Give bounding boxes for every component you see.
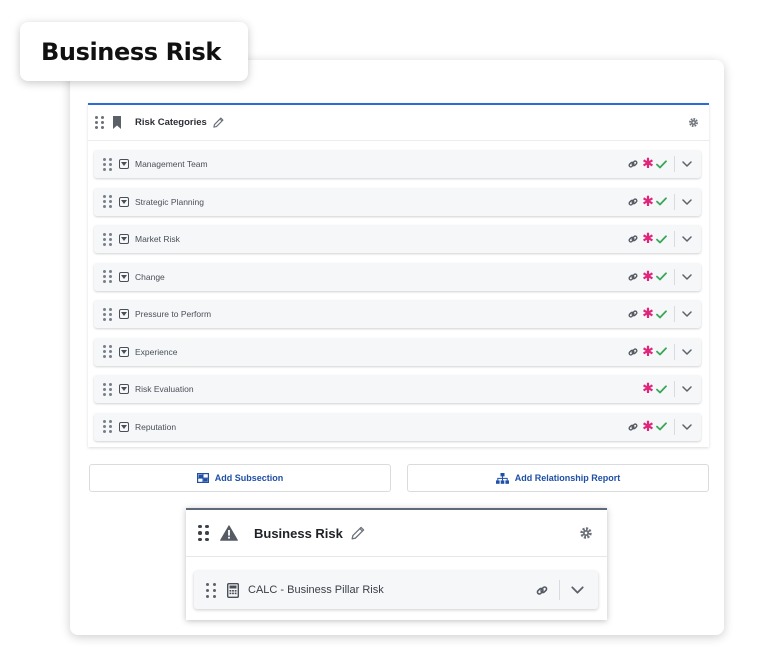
check-icon xyxy=(656,384,667,394)
category-row-risk-evaluation[interactable]: Risk Evaluation ✱ xyxy=(94,375,701,403)
drag-handle-icon[interactable] xyxy=(103,345,112,358)
add-subsection-label: Add Subsection xyxy=(214,473,284,483)
collapse-toggle-icon[interactable] xyxy=(119,159,129,169)
category-row-strategic-planning[interactable]: Strategic Planning ✱ xyxy=(94,187,701,216)
card-settings-gear-icon[interactable] xyxy=(579,526,593,540)
required-asterisk-icon: ✱ xyxy=(642,343,654,360)
add-subsection-button[interactable]: Add Subsection xyxy=(89,464,391,492)
category-row-management-team[interactable]: Management Team ✱ xyxy=(94,150,701,178)
drag-handle-icon[interactable] xyxy=(103,420,112,433)
check-icon xyxy=(656,234,667,244)
calc-business-pillar-risk-row[interactable]: CALC - Business Pillar Risk xyxy=(194,571,598,609)
chevron-down-icon[interactable] xyxy=(682,386,692,392)
drag-handle-icon[interactable] xyxy=(103,232,112,246)
link-icon[interactable] xyxy=(627,234,639,244)
chevron-down-icon[interactable] xyxy=(682,311,692,317)
collapse-toggle-icon[interactable] xyxy=(119,234,129,244)
add-relationship-report-button[interactable]: Add Relationship Report xyxy=(407,464,709,492)
hierarchy-icon xyxy=(495,472,509,484)
edit-pencil-icon[interactable] xyxy=(351,526,365,540)
chevron-down-icon[interactable] xyxy=(682,348,692,355)
add-relationship-report-label: Add Relationship Report xyxy=(514,473,621,483)
required-asterisk-icon: ✱ xyxy=(642,231,654,247)
link-icon[interactable] xyxy=(627,197,639,207)
drag-handle-icon[interactable] xyxy=(206,582,216,598)
link-icon[interactable] xyxy=(627,422,639,432)
chevron-down-icon[interactable] xyxy=(682,161,692,167)
chevron-down-icon[interactable] xyxy=(682,273,692,280)
check-icon xyxy=(656,422,667,431)
row-label: CALC - Business Pillar Risk xyxy=(248,584,384,596)
chevron-down-icon[interactable] xyxy=(682,198,692,205)
drag-handle-icon[interactable] xyxy=(198,524,209,542)
drag-handle-icon[interactable] xyxy=(95,116,104,129)
drag-handle-icon[interactable] xyxy=(103,382,112,396)
row-label: Management Team xyxy=(135,159,208,169)
category-row-change[interactable]: Change ✱ xyxy=(94,262,701,291)
required-asterisk-icon: ✱ xyxy=(642,418,654,435)
row-label: Reputation xyxy=(135,421,177,432)
link-icon[interactable] xyxy=(536,584,548,597)
collapse-toggle-icon[interactable] xyxy=(119,421,129,432)
drag-handle-icon[interactable] xyxy=(103,157,112,171)
row-label: Risk Evaluation xyxy=(135,384,194,394)
chevron-down-icon[interactable] xyxy=(571,586,584,594)
category-row-experience[interactable]: Experience ✱ xyxy=(94,337,701,366)
required-asterisk-icon: ✱ xyxy=(642,306,654,322)
layout-grid-icon xyxy=(196,473,209,483)
drag-handle-icon[interactable] xyxy=(103,307,112,321)
row-label: Change xyxy=(135,271,165,282)
warning-triangle-icon xyxy=(220,525,238,541)
business-risk-header: Business Risk xyxy=(186,510,607,557)
page-title-badge: Business Risk xyxy=(20,22,248,81)
check-icon xyxy=(656,159,667,169)
collapse-toggle-icon[interactable] xyxy=(119,271,129,282)
risk-categories-section: Risk Categories Management Team ✱ Strate… xyxy=(88,103,709,447)
check-icon xyxy=(656,347,667,356)
section-header: Risk Categories xyxy=(88,105,709,141)
calculator-icon xyxy=(227,582,239,598)
required-asterisk-icon: ✱ xyxy=(642,268,654,285)
check-icon xyxy=(656,309,667,319)
required-asterisk-icon: ✱ xyxy=(642,193,654,210)
business-risk-title: Business Risk xyxy=(254,525,343,541)
chevron-down-icon[interactable] xyxy=(682,423,692,430)
section-settings-gear-icon[interactable] xyxy=(688,117,699,128)
section-title: Risk Categories xyxy=(135,117,207,128)
bookmark-icon xyxy=(112,116,122,129)
row-label: Experience xyxy=(135,346,178,357)
required-asterisk-icon: ✱ xyxy=(642,381,654,397)
check-icon xyxy=(656,197,667,206)
required-asterisk-icon: ✱ xyxy=(642,156,654,172)
row-label: Pressure to Perform xyxy=(135,309,212,319)
check-icon xyxy=(656,272,667,281)
collapse-toggle-icon[interactable] xyxy=(119,346,129,357)
chevron-down-icon[interactable] xyxy=(682,236,692,242)
business-risk-card: Business Risk CALC - Business Pillar Ris… xyxy=(186,508,607,620)
category-row-reputation[interactable]: Reputation ✱ xyxy=(94,412,701,441)
link-icon[interactable] xyxy=(627,159,639,169)
drag-handle-icon[interactable] xyxy=(103,270,112,283)
link-icon[interactable] xyxy=(627,309,639,319)
collapse-toggle-icon[interactable] xyxy=(119,309,129,319)
edit-pencil-icon[interactable] xyxy=(213,117,224,128)
collapse-toggle-icon[interactable] xyxy=(119,196,129,207)
drag-handle-icon[interactable] xyxy=(103,195,112,208)
link-icon[interactable] xyxy=(627,347,639,357)
link-icon[interactable] xyxy=(627,272,639,282)
row-label: Market Risk xyxy=(135,234,180,244)
collapse-toggle-icon[interactable] xyxy=(119,384,129,394)
row-label: Strategic Planning xyxy=(135,196,204,207)
category-row-market-risk[interactable]: Market Risk ✱ xyxy=(94,225,701,253)
page-title: Business Risk xyxy=(41,37,221,66)
category-row-pressure-to-perform[interactable]: Pressure to Perform ✱ xyxy=(94,300,701,328)
